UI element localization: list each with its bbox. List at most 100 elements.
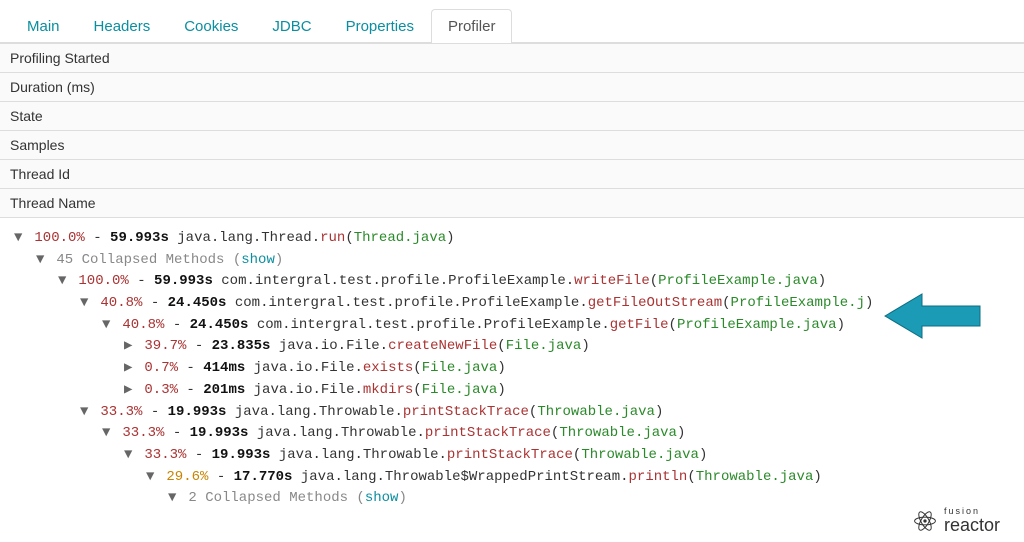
tab-headers[interactable]: Headers [77, 9, 168, 43]
time-label: 17.770s [234, 469, 293, 485]
chevron-down-icon[interactable]: ▼ [80, 293, 92, 315]
meta-row: Duration (ms) [0, 73, 1024, 102]
file-label: File.java [506, 338, 582, 354]
tree-node: ▼ 100.0% - 59.993s com.intergral.test.pr… [58, 271, 1018, 510]
time-label: 19.993s [168, 404, 227, 420]
tree-row[interactable]: ▼ 40.8% - 24.450s com.intergral.test.pro… [80, 293, 1018, 315]
package-label: java.io.File. [254, 360, 363, 376]
profiler-call-tree: ▼ 100.0% - 59.993s java.lang.Thread.run(… [0, 218, 1024, 520]
percent-label: 39.7% [144, 338, 186, 354]
chevron-down-icon[interactable]: ▼ [102, 423, 114, 445]
tree-row[interactable]: ▼ 33.3% - 19.993s java.lang.Throwable.pr… [102, 423, 1018, 445]
package-label: com.intergral.test.profile.ProfileExampl… [235, 295, 588, 311]
method-label: printStackTrace [447, 447, 573, 463]
logo-text-big: reactor [944, 516, 1000, 534]
time-label: 201ms [203, 382, 245, 398]
meta-row: Profiling Started [0, 44, 1024, 73]
tree-row[interactable]: ▶ 39.7% - 23.835s java.io.File.createNew… [124, 336, 1018, 358]
chevron-right-icon[interactable]: ▶ [124, 358, 136, 380]
meta-row: Samples [0, 131, 1024, 160]
meta-label: Profiling Started [0, 44, 1024, 73]
tree-row[interactable]: ▼ 100.0% - 59.993s java.lang.Thread.run(… [14, 228, 1018, 250]
method-label: printStackTrace [403, 404, 529, 420]
method-label: printStackTrace [425, 425, 551, 441]
tree-row[interactable]: ▼ 100.0% - 59.993s com.intergral.test.pr… [58, 271, 1018, 293]
chevron-right-icon[interactable]: ▶ [124, 336, 136, 358]
chevron-down-icon[interactable]: ▼ [102, 315, 114, 337]
package-label: com.intergral.test.profile.ProfileExampl… [221, 273, 574, 289]
chevron-down-icon[interactable]: ▼ [146, 467, 158, 489]
percent-label: 40.8% [122, 317, 164, 333]
tree-row[interactable]: ▼ 2 Collapsed Methods (show) [168, 488, 1018, 510]
tab-properties[interactable]: Properties [329, 9, 431, 43]
file-label: File.java [422, 382, 498, 398]
profiler-meta-table: Profiling StartedDuration (ms)StateSampl… [0, 43, 1024, 218]
fusion-reactor-logo: fusion reactor [912, 507, 1000, 534]
package-label: java.lang.Thread. [177, 230, 320, 246]
tree-row[interactable]: ▼ 33.3% - 19.993s java.lang.Throwable.pr… [80, 402, 1018, 424]
file-label: ProfileExample.j [731, 295, 865, 311]
meta-label: State [0, 102, 1024, 131]
tree-node: ▶ 0.7% - 414ms java.io.File.exists(File.… [124, 358, 1018, 380]
file-label: ProfileExample.java [658, 273, 818, 289]
tree-children: ▼ 100.0% - 59.993s com.intergral.test.pr… [36, 271, 1018, 510]
percent-label: 100.0% [34, 230, 84, 246]
tree-children: ▼ 33.3% - 19.993s java.lang.Throwable.pr… [80, 423, 1018, 510]
tree-children: ▼ 45 Collapsed Methods (show)▼ 100.0% - … [14, 250, 1018, 510]
tab-profiler[interactable]: Profiler [431, 9, 513, 43]
percent-label: 40.8% [100, 295, 142, 311]
tab-cookies[interactable]: Cookies [167, 9, 255, 43]
chevron-down-icon[interactable]: ▼ [58, 271, 70, 293]
package-label: java.io.File. [254, 382, 363, 398]
meta-row: Thread Name [0, 189, 1024, 218]
percent-label: 33.3% [122, 425, 164, 441]
collapsed-methods-label: 45 Collapsed Methods ( [48, 252, 241, 268]
method-label: getFileOutStream [588, 295, 722, 311]
tree-node: ▼ 29.6% - 17.770s java.lang.Throwable$Wr… [146, 467, 1018, 510]
chevron-down-icon[interactable]: ▼ [14, 228, 26, 250]
file-label: Thread.java [354, 230, 446, 246]
tree-node: ▶ 39.7% - 23.835s java.io.File.createNew… [124, 336, 1018, 358]
tree-row[interactable]: ▼ 40.8% - 24.450s com.intergral.test.pro… [102, 315, 1018, 337]
tree-children: ▶ 39.7% - 23.835s java.io.File.createNew… [102, 336, 1018, 401]
time-label: 24.450s [168, 295, 227, 311]
meta-row: State [0, 102, 1024, 131]
show-link[interactable]: show [365, 490, 399, 506]
tree-row[interactable]: ▶ 0.7% - 414ms java.io.File.exists(File.… [124, 358, 1018, 380]
file-label: Throwable.java [559, 425, 677, 441]
tab-main[interactable]: Main [10, 9, 77, 43]
method-label: writeFile [574, 273, 650, 289]
collapsed-methods-label: 2 Collapsed Methods ( [180, 490, 365, 506]
meta-row: Thread Id [0, 160, 1024, 189]
file-label: ProfileExample.java [677, 317, 837, 333]
method-label: mkdirs [363, 382, 413, 398]
file-label: Throwable.java [581, 447, 699, 463]
chevron-down-icon[interactable]: ▼ [124, 445, 136, 467]
tree-row[interactable]: ▶ 0.3% - 201ms java.io.File.mkdirs(File.… [124, 380, 1018, 402]
chevron-right-icon[interactable]: ▶ [124, 380, 136, 402]
percent-label: 0.3% [144, 382, 178, 398]
meta-label: Samples [0, 131, 1024, 160]
chevron-down-icon[interactable]: ▼ [36, 250, 48, 272]
chevron-down-icon[interactable]: ▼ [168, 488, 180, 510]
time-label: 59.993s [110, 230, 169, 246]
atom-icon [912, 508, 938, 534]
meta-label: Thread Name [0, 189, 1024, 218]
tree-node: ▼ 2 Collapsed Methods (show) [168, 488, 1018, 510]
package-label: com.intergral.test.profile.ProfileExampl… [257, 317, 610, 333]
tree-children: ▼ 29.6% - 17.770s java.lang.Throwable$Wr… [124, 467, 1018, 510]
tree-row[interactable]: ▼ 29.6% - 17.770s java.lang.Throwable$Wr… [146, 467, 1018, 489]
tab-bar: MainHeadersCookiesJDBCPropertiesProfiler [0, 0, 1024, 43]
meta-label: Duration (ms) [0, 73, 1024, 102]
tree-node: ▼ 100.0% - 59.993s java.lang.Thread.run(… [14, 228, 1018, 510]
tree-node: ▶ 0.3% - 201ms java.io.File.mkdirs(File.… [124, 380, 1018, 402]
percent-label: 100.0% [78, 273, 128, 289]
time-label: 24.450s [190, 317, 249, 333]
tree-row[interactable]: ▼ 33.3% - 19.993s java.lang.Throwable.pr… [124, 445, 1018, 467]
method-label: getFile [610, 317, 669, 333]
tab-jdbc[interactable]: JDBC [255, 9, 328, 43]
tree-children: ▼ 40.8% - 24.450s com.intergral.test.pro… [80, 315, 1018, 402]
show-link[interactable]: show [241, 252, 275, 268]
tree-row[interactable]: ▼ 45 Collapsed Methods (show) [36, 250, 1018, 272]
chevron-down-icon[interactable]: ▼ [80, 402, 92, 424]
